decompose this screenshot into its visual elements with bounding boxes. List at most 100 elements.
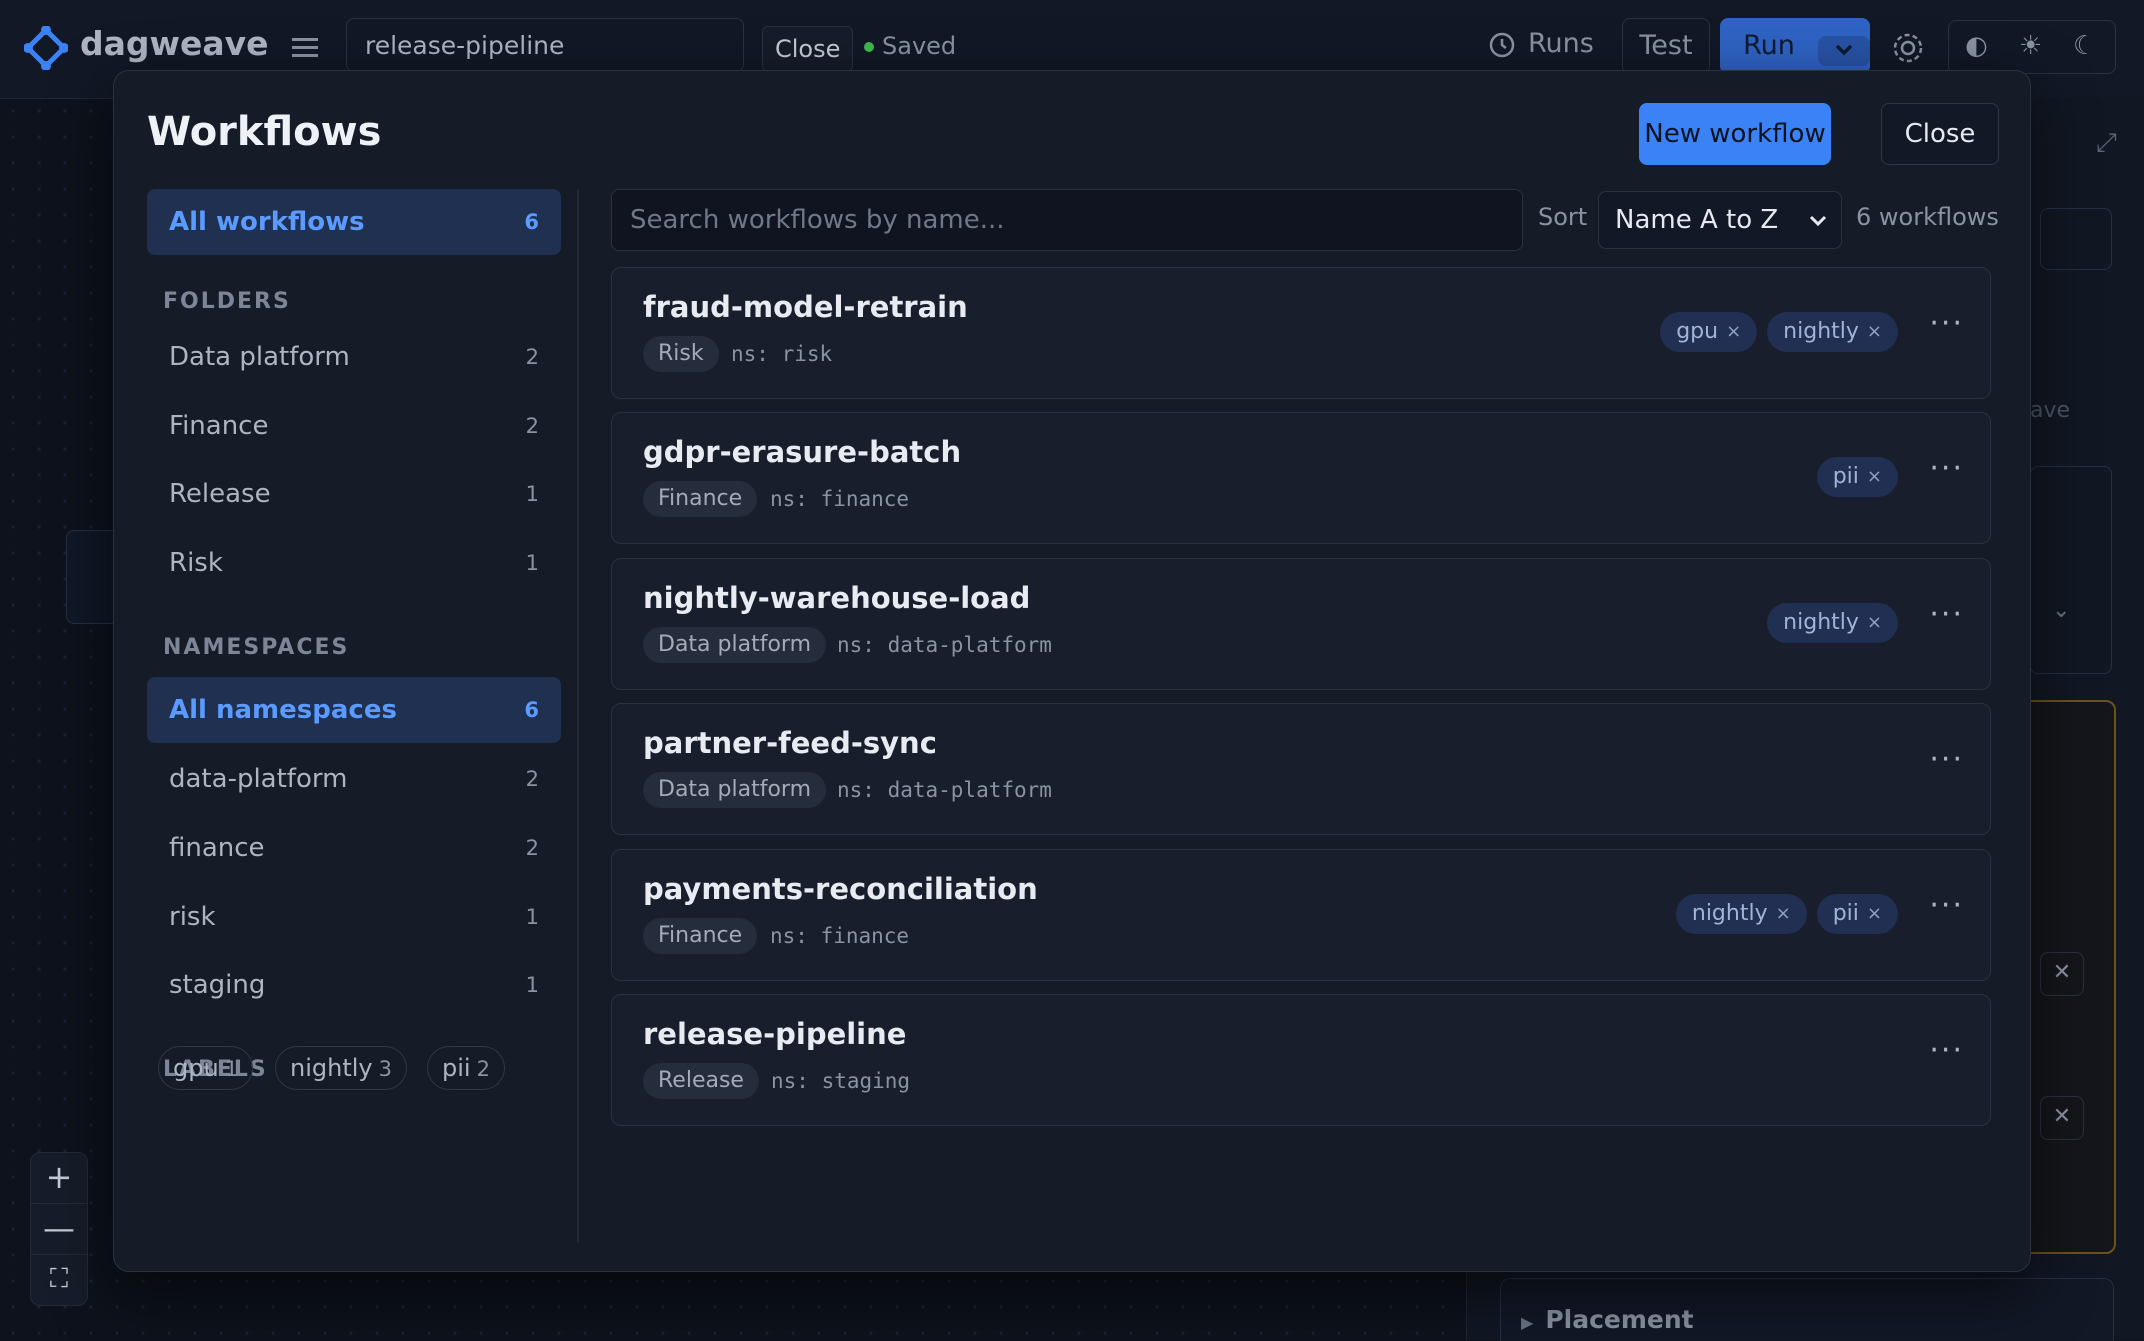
chevron-down-icon[interactable]: ⌄	[2052, 598, 2070, 623]
sidebar-item-label: data-platform	[169, 764, 348, 794]
label-pill-text: nightly	[1783, 610, 1859, 635]
label-pill-text: pii	[1832, 464, 1859, 489]
sidebar-item-namespace[interactable]: data-platform 2	[147, 746, 561, 812]
sidebar-item-count: 2	[525, 414, 539, 438]
sidebar-item-all-namespaces[interactable]: All namespaces 6	[147, 677, 561, 743]
remove-label-icon[interactable]: ×	[1776, 903, 1791, 924]
folder-tag: Risk	[643, 336, 719, 372]
label-list: nightly ×	[1767, 603, 1898, 643]
remove-label-icon[interactable]: ×	[1867, 612, 1882, 633]
label-pill: nightly ×	[1767, 603, 1898, 643]
theme-switcher: ◐ ☀ ☾	[1948, 20, 2116, 74]
sidebar-item-folder[interactable]: Data platform 2	[147, 324, 561, 390]
modal-close-button[interactable]: Close	[1881, 103, 1999, 165]
sun-icon[interactable]: ☀	[2019, 31, 2042, 61]
more-options-icon[interactable]: ···	[1929, 306, 1964, 341]
namespace-text: ns: finance	[770, 487, 910, 511]
new-workflow-button[interactable]: New workflow	[1639, 103, 1831, 165]
workflow-card[interactable]: fraud-model-retrain Risk ns: risk gpu × n…	[611, 267, 1991, 399]
run-button[interactable]: Run	[1720, 18, 1870, 74]
moon-icon[interactable]: ☾	[2073, 31, 2096, 61]
label-pill: nightly ×	[1675, 894, 1807, 934]
namespace-text: ns: data-platform	[837, 633, 1052, 657]
remove-label-icon[interactable]: ×	[1867, 321, 1882, 342]
sidebar-item-all-workflows[interactable]: All workflows 6	[147, 189, 561, 255]
namespace-text: ns: data-platform	[837, 778, 1052, 802]
gear-icon[interactable]	[1890, 30, 1926, 66]
contrast-icon[interactable]: ◐	[1965, 31, 1988, 61]
search-input[interactable]	[611, 189, 1523, 251]
workflow-name: release-pipeline	[643, 1017, 907, 1051]
workflow-card[interactable]: nightly-warehouse-load Data platform ns:…	[611, 558, 1991, 690]
more-options-icon[interactable]: ···	[1929, 888, 1964, 923]
sidebar-item-label: risk	[169, 902, 216, 932]
sidebar-item-namespace[interactable]: staging 1	[147, 952, 561, 1018]
saved-dot-icon	[864, 42, 874, 52]
more-options-icon[interactable]: ···	[1929, 1033, 1964, 1068]
workflow-card[interactable]: payments-reconciliation Finance ns: fina…	[611, 849, 1991, 981]
history-icon	[1489, 32, 1515, 57]
workflows-modal: Workflows New workflow Close All workflo…	[113, 70, 2031, 1272]
fit-view-button[interactable]: ⛶	[30, 1254, 88, 1306]
workflow-name-input[interactable]	[346, 18, 744, 72]
folder-tag: Finance	[643, 918, 758, 954]
folder-tag: Release	[643, 1063, 759, 1099]
workflow-card[interactable]: release-pipeline Release ns: staging ···	[611, 994, 1991, 1126]
sidebar-item-count: 6	[524, 698, 539, 722]
sort-select[interactable]: Name A to Z	[1598, 191, 1842, 249]
caret-right-icon: ▶	[1521, 1313, 1534, 1332]
modal-title: Workflows	[147, 109, 382, 155]
label-list: nightly × pii ×	[1675, 894, 1898, 934]
label-chip-text: pii	[442, 1054, 471, 1082]
placement-section[interactable]: ▶ Placement	[1500, 1278, 2114, 1341]
label-chip-text: gpu	[173, 1054, 219, 1082]
workflow-card[interactable]: partner-feed-sync Data platform ns: data…	[611, 703, 1991, 835]
sidebar-item-label: finance	[169, 833, 265, 863]
run-options-button[interactable]	[1818, 36, 1870, 66]
label-pill-text: nightly	[1691, 901, 1768, 926]
test-button[interactable]: Test	[1622, 18, 1710, 74]
namespace-text: ns: staging	[771, 1069, 911, 1093]
sidebar-item-folder[interactable]: Release 1	[147, 461, 561, 527]
saved-status: Saved	[864, 32, 956, 60]
label-filter-chip[interactable]: pii 2	[427, 1046, 505, 1090]
sort-label: Sort	[1538, 203, 1588, 231]
saved-label: Saved	[882, 32, 957, 60]
sidebar-item-count: 6	[524, 210, 539, 234]
workflow-count: 6 workflows	[1856, 203, 1999, 231]
runs-button[interactable]: Runs	[1488, 28, 1594, 59]
label-pill-text: nightly	[1783, 319, 1859, 344]
remove-label-icon[interactable]: ×	[1726, 321, 1741, 342]
sidebar-item-folder[interactable]: Finance 2	[147, 393, 561, 459]
logo-icon	[24, 26, 68, 70]
remove-label-icon[interactable]: ×	[1867, 903, 1882, 924]
more-options-icon[interactable]: ···	[1929, 742, 1964, 777]
topbar-close-button[interactable]: Close	[762, 26, 854, 72]
label-filter-chip[interactable]: gpu 1	[158, 1046, 254, 1090]
remove-label-icon[interactable]: ×	[1867, 466, 1882, 487]
label-chip-count: 2	[476, 1057, 490, 1081]
zoom-in-button[interactable]: +	[30, 1152, 88, 1204]
sidebar-item-label: Data platform	[169, 342, 350, 372]
folder-tag: Data platform	[643, 772, 827, 808]
workflow-name: partner-feed-sync	[643, 726, 937, 760]
label-filter-chip[interactable]: nightly 3	[275, 1046, 407, 1090]
sidebar-item-count: 1	[525, 905, 539, 929]
zoom-out-button[interactable]: —	[30, 1203, 88, 1255]
remove-icon[interactable]: ✕	[2040, 1096, 2084, 1140]
sidebar-item-label: All workflows	[169, 207, 365, 237]
remove-icon[interactable]: ✕	[2040, 952, 2084, 996]
sidebar-item-namespace[interactable]: risk 1	[147, 884, 561, 950]
sort-value: Name A to Z	[1615, 205, 1779, 235]
workflow-card[interactable]: gdpr-erasure-batch Finance ns: finance p…	[611, 412, 1991, 544]
label-chip-text: nightly	[290, 1054, 373, 1082]
more-options-icon[interactable]: ···	[1929, 597, 1964, 632]
expand-icon[interactable]: ⤢	[2096, 128, 2117, 159]
more-options-icon[interactable]: ···	[1929, 451, 1964, 486]
label-pill-text: pii	[1832, 901, 1859, 926]
hamburger-menu-icon[interactable]	[290, 32, 320, 62]
sidebar-item-namespace[interactable]: finance 2	[147, 815, 561, 881]
panel-text: ave	[2030, 398, 2071, 423]
label-pill-text: gpu	[1676, 319, 1719, 344]
sidebar-item-folder[interactable]: Risk 1	[147, 530, 561, 596]
